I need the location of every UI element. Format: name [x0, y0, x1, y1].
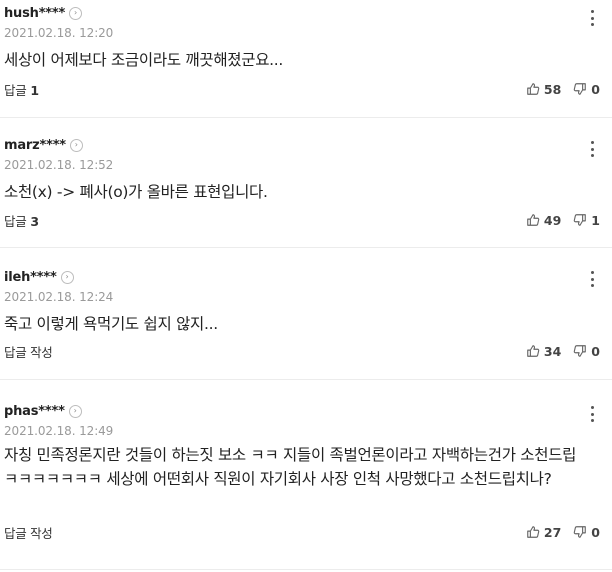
vote-group: 49 1	[526, 213, 600, 228]
comment-item: hush**** › 2021.02.18. 12:20 세상이 어제보다 조금…	[0, 0, 612, 118]
comment-author[interactable]: phas****	[4, 404, 65, 419]
like-count: 34	[543, 343, 562, 359]
comment-date: 2021.02.18. 12:24	[4, 290, 114, 304]
thumbs-up-icon	[527, 214, 540, 226]
profile-chevron-icon[interactable]: ›	[69, 138, 83, 152]
thumbs-up-icon	[527, 345, 540, 357]
dislike-button[interactable]: 1	[573, 213, 600, 228]
comment-text: 소천(x) -> 폐사(o)가 올바른 표현입니다.	[4, 183, 268, 201]
vote-group: 34 0	[526, 344, 600, 359]
comment-author[interactable]: marz****	[4, 138, 66, 153]
dislike-count: 1	[591, 212, 600, 228]
comment-text: 죽고 이렇게 욕먹기도 쉽지 않지...	[4, 315, 218, 333]
comment-item: phas**** › 2021.02.18. 12:49 자칭 민족정론지란 것…	[0, 380, 612, 570]
like-count: 58	[543, 81, 562, 97]
comment-text: 자칭 민족정론지란 것들이 하는짓 보소 ㅋㅋ 지들이 족벌언론이라고 자백하는…	[4, 446, 577, 488]
comment-header: phas**** ›	[4, 402, 608, 420]
comment-author[interactable]: hush****	[4, 6, 65, 21]
more-options-icon[interactable]	[586, 269, 598, 289]
comment-footer: 답글 작성 34 0	[4, 342, 600, 360]
reply-label: 답글	[4, 213, 27, 229]
comment-footer: 답글 3 49 1	[4, 211, 600, 229]
dislike-count: 0	[591, 524, 600, 540]
profile-chevron-icon[interactable]: ›	[68, 404, 82, 418]
dislike-button[interactable]: 0	[573, 525, 600, 540]
thumbs-down-icon	[574, 214, 587, 226]
reply-button[interactable]: 답글 1	[4, 80, 39, 99]
more-options-icon[interactable]	[586, 404, 598, 424]
comment-footer: 답글 1 58 0	[4, 80, 600, 98]
vote-group: 58 0	[526, 82, 600, 97]
like-button[interactable]: 27	[526, 525, 561, 540]
like-count: 49	[543, 212, 562, 228]
dislike-button[interactable]: 0	[573, 82, 600, 97]
comment-date: 2021.02.18. 12:49	[4, 424, 114, 438]
comment-header: hush**** ›	[4, 4, 608, 22]
dislike-count: 0	[591, 81, 600, 97]
more-options-icon[interactable]	[586, 139, 598, 159]
dislike-count: 0	[591, 343, 600, 359]
reply-label: 답글 작성	[4, 344, 53, 360]
profile-chevron-icon[interactable]: ›	[69, 6, 83, 20]
comment-date: 2021.02.18. 12:52	[4, 158, 114, 172]
comment-author[interactable]: ileh****	[4, 270, 57, 285]
reply-label: 답글 작성	[4, 525, 53, 541]
comment-date: 2021.02.18. 12:20	[4, 26, 114, 40]
comment-header: ileh**** ›	[4, 268, 608, 286]
reply-label: 답글	[4, 82, 27, 98]
comment-header: marz**** ›	[4, 136, 608, 154]
thumbs-down-icon	[574, 345, 587, 357]
thumbs-up-icon	[527, 526, 540, 538]
more-options-icon[interactable]	[586, 8, 598, 28]
like-button[interactable]: 34	[526, 344, 561, 359]
profile-chevron-icon[interactable]: ›	[60, 270, 74, 284]
comment-list: hush**** › 2021.02.18. 12:20 세상이 어제보다 조금…	[0, 0, 612, 572]
like-button[interactable]: 58	[526, 82, 561, 97]
thumbs-down-icon	[574, 526, 587, 538]
thumbs-up-icon	[527, 83, 540, 95]
comment-footer: 답글 작성 27 0	[4, 523, 600, 541]
thumbs-down-icon	[574, 83, 587, 95]
reply-button[interactable]: 답글 작성	[4, 523, 53, 542]
reply-button[interactable]: 답글 작성	[4, 342, 53, 361]
like-button[interactable]: 49	[526, 213, 561, 228]
like-count: 27	[543, 524, 562, 540]
reply-button[interactable]: 답글 3	[4, 211, 39, 230]
reply-count: 3	[30, 213, 39, 229]
vote-group: 27 0	[526, 525, 600, 540]
comment-text: 세상이 어제보다 조금이라도 깨끗해졌군요...	[4, 51, 284, 69]
comment-item: ileh**** › 2021.02.18. 12:24 죽고 이렇게 욕먹기도…	[0, 248, 612, 380]
dislike-button[interactable]: 0	[573, 344, 600, 359]
reply-count: 1	[30, 82, 39, 98]
